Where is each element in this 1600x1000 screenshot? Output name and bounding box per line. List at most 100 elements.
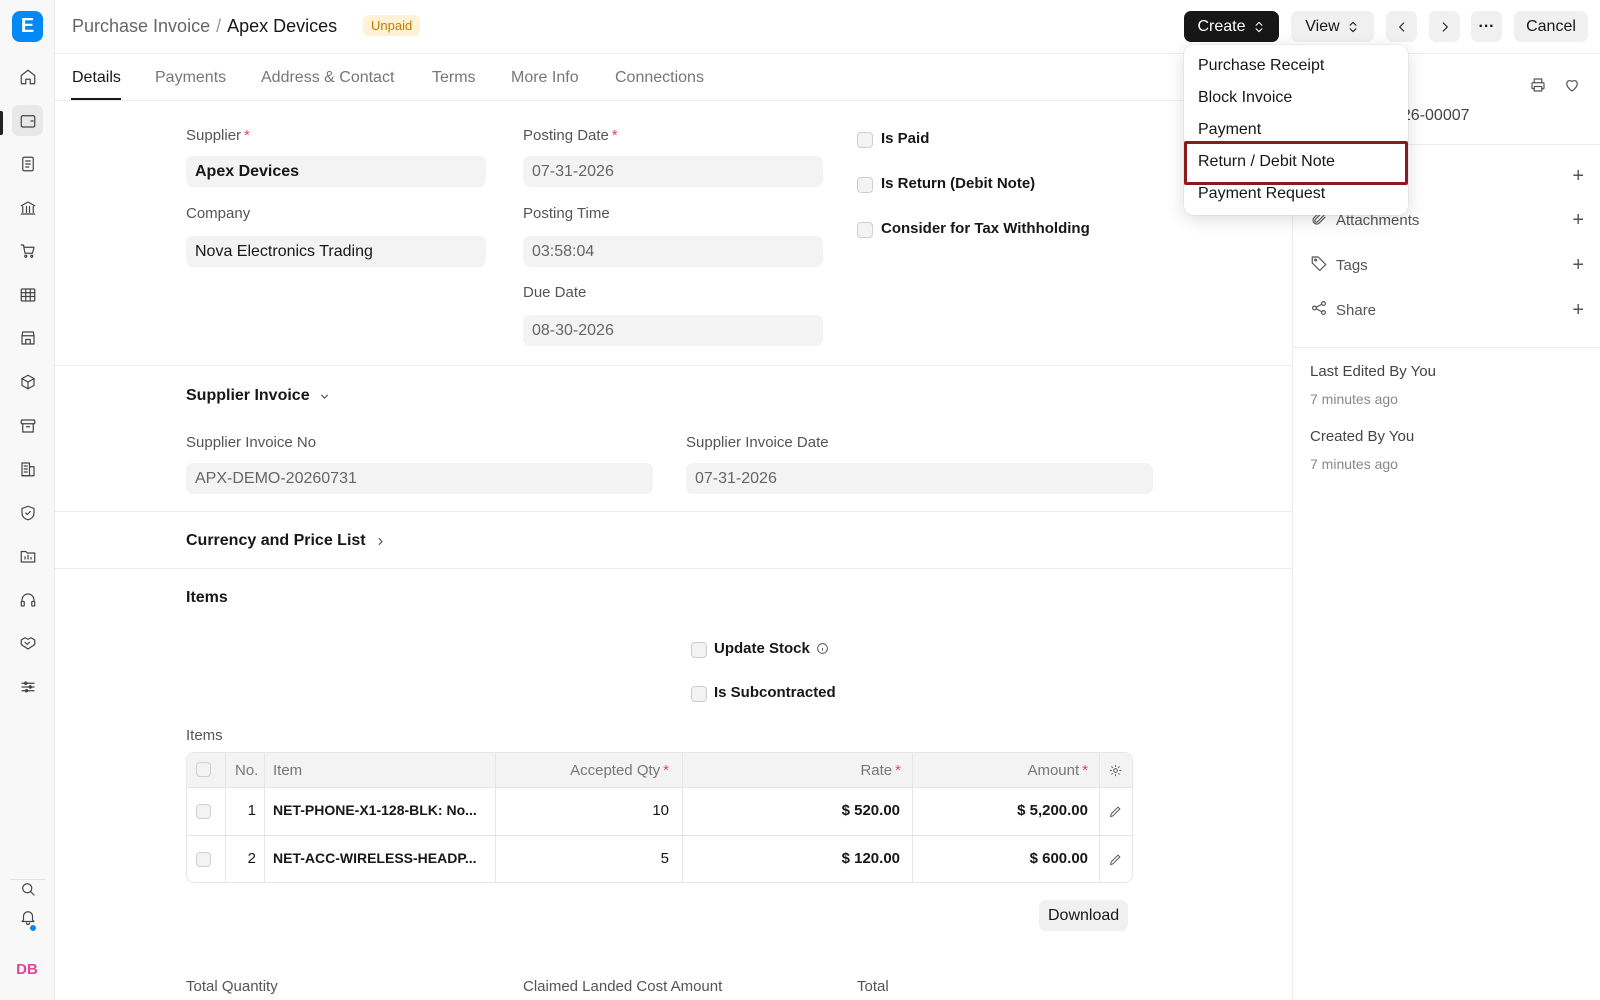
page-title: Apex Devices	[227, 16, 338, 36]
tab-terms[interactable]: Terms	[432, 69, 476, 87]
handshake-icon[interactable]	[12, 627, 43, 658]
supplier-invoice-title: Supplier Invoice	[186, 387, 310, 404]
home-icon[interactable]	[12, 61, 43, 92]
cart-icon[interactable]	[12, 235, 43, 266]
document-icon[interactable]	[12, 148, 43, 179]
row-qty[interactable]: 5	[661, 850, 669, 867]
gear-icon[interactable]	[1108, 763, 1123, 782]
wallet-icon[interactable]	[12, 105, 43, 136]
download-button[interactable]: Download	[1039, 900, 1129, 931]
column-item: Item	[273, 762, 303, 779]
cancel-button[interactable]: Cancel	[1514, 11, 1588, 42]
row-item[interactable]: NET-PHONE-X1-128-BLK: No...	[273, 802, 477, 818]
is-paid-checkbox[interactable]	[857, 132, 873, 148]
update-stock-label: Update Stock	[714, 640, 829, 657]
sidebar: E DB	[0, 0, 55, 1000]
update-stock-checkbox[interactable]	[691, 642, 707, 658]
ellipsis-icon: ···	[1478, 17, 1495, 35]
print-icon[interactable]	[1529, 76, 1547, 98]
menu-item-block-invoice[interactable]: Block Invoice	[1198, 89, 1292, 107]
edit-row-icon[interactable]	[1108, 804, 1123, 823]
company-field[interactable]: Nova Electronics Trading	[186, 236, 486, 267]
edit-row-icon[interactable]	[1108, 852, 1123, 871]
search-icon[interactable]	[12, 873, 43, 904]
tab-payments[interactable]: Payments	[155, 69, 226, 87]
due-date-field[interactable]: 08-30-2026	[523, 315, 823, 346]
cancel-button-label: Cancel	[1526, 17, 1576, 35]
tax-withholding-checkbox[interactable]	[857, 222, 873, 238]
add-tag-icon[interactable]: +	[1572, 255, 1584, 275]
form-tabs: Details Payments Address & Contact Terms…	[55, 54, 1292, 101]
row-rate[interactable]: $ 520.00	[842, 802, 900, 819]
items-section-title: Items	[186, 589, 228, 606]
create-button[interactable]: Create	[1184, 11, 1279, 42]
supplier-label: Supplier *	[186, 127, 250, 144]
menu-item-payment[interactable]: Payment	[1198, 121, 1261, 139]
bank-icon[interactable]	[12, 192, 43, 223]
bell-icon[interactable]	[12, 901, 43, 932]
chevron-down-icon	[320, 394, 328, 399]
chevron-right-icon	[1442, 21, 1448, 32]
is-return-label: Is Return (Debit Note)	[881, 175, 1036, 192]
chevron-updown-icon	[1255, 21, 1262, 32]
folder-chart-icon[interactable]	[12, 540, 43, 571]
add-attachment-icon[interactable]: +	[1572, 210, 1584, 230]
total-label: Total	[857, 978, 889, 995]
add-share-icon[interactable]: +	[1572, 300, 1584, 320]
breadcrumb: Purchase Invoice / Apex Devices	[72, 16, 337, 37]
created-time: 7 minutes ago	[1310, 456, 1398, 472]
menu-item-purchase-receipt[interactable]: Purchase Receipt	[1198, 57, 1324, 75]
store-icon[interactable]	[12, 322, 43, 353]
section-divider	[55, 511, 1292, 512]
supplier-field[interactable]: Apex Devices	[186, 156, 486, 187]
avatar[interactable]: DB	[14, 958, 40, 982]
table-row[interactable]: 2 NET-ACC-WIRELESS-HEADP... 5 $ 120.00 $…	[187, 836, 1132, 882]
breadcrumb-parent[interactable]: Purchase Invoice	[72, 16, 210, 36]
supplier-invoice-date-field[interactable]: 07-31-2026	[686, 463, 1153, 494]
tab-address-contact[interactable]: Address & Contact	[261, 69, 394, 87]
row-checkbox[interactable]	[196, 852, 211, 867]
previous-button[interactable]	[1386, 11, 1417, 42]
shield-icon[interactable]	[12, 497, 43, 528]
currency-section-title: Currency and Price List	[186, 532, 366, 549]
heart-icon[interactable]	[1563, 76, 1581, 98]
row-item[interactable]: NET-ACC-WIRELESS-HEADP...	[273, 850, 477, 866]
more-actions-button[interactable]: ···	[1471, 11, 1502, 42]
tab-connections[interactable]: Connections	[615, 69, 704, 87]
is-subcontracted-checkbox[interactable]	[691, 686, 707, 702]
column-no: No.	[235, 762, 259, 779]
posting-date-field[interactable]: 07-31-2026	[523, 156, 823, 187]
table-row[interactable]: 1 NET-PHONE-X1-128-BLK: No... 10 $ 520.0…	[187, 788, 1132, 836]
package-icon[interactable]	[12, 366, 43, 397]
supplier-invoice-section-toggle[interactable]: Supplier Invoice	[186, 387, 331, 405]
row-qty[interactable]: 10	[652, 802, 669, 819]
column-rate: Rate *	[860, 762, 901, 779]
row-amount: $ 600.00	[1029, 850, 1088, 867]
select-all-checkbox[interactable]	[196, 762, 211, 777]
supplier-invoice-no-field[interactable]: APX-DEMO-20260731	[186, 463, 653, 494]
building-icon[interactable]	[12, 453, 43, 484]
breadcrumb-separator: /	[216, 16, 222, 36]
next-button[interactable]	[1429, 11, 1460, 42]
row-rate[interactable]: $ 120.00	[842, 850, 900, 867]
tags-row: Tags +	[1310, 253, 1584, 277]
table-header: No. Item Accepted Qty * Rate * Amount *	[187, 753, 1132, 788]
row-checkbox[interactable]	[196, 804, 211, 819]
supplier-invoice-no-label: Supplier Invoice No	[186, 434, 317, 451]
is-subcontracted-label: Is Subcontracted	[714, 684, 836, 701]
view-button[interactable]: View	[1291, 11, 1374, 42]
headset-icon[interactable]	[12, 584, 43, 615]
status-badge: Unpaid	[363, 15, 421, 36]
posting-time-field[interactable]: 03:58:04	[523, 236, 823, 267]
info-icon[interactable]	[816, 642, 829, 655]
tab-details[interactable]: Details	[72, 69, 121, 87]
add-assign-icon[interactable]: +	[1572, 166, 1584, 186]
is-return-checkbox[interactable]	[857, 177, 873, 193]
menu-item-payment-request[interactable]: Payment Request	[1198, 185, 1325, 203]
sliders-icon[interactable]	[12, 671, 43, 702]
currency-section-toggle[interactable]: Currency and Price List	[186, 532, 387, 550]
app-logo[interactable]: E	[12, 11, 43, 42]
tab-more-info[interactable]: More Info	[511, 69, 579, 87]
archive-icon[interactable]	[12, 410, 43, 441]
table-icon[interactable]	[12, 279, 43, 310]
